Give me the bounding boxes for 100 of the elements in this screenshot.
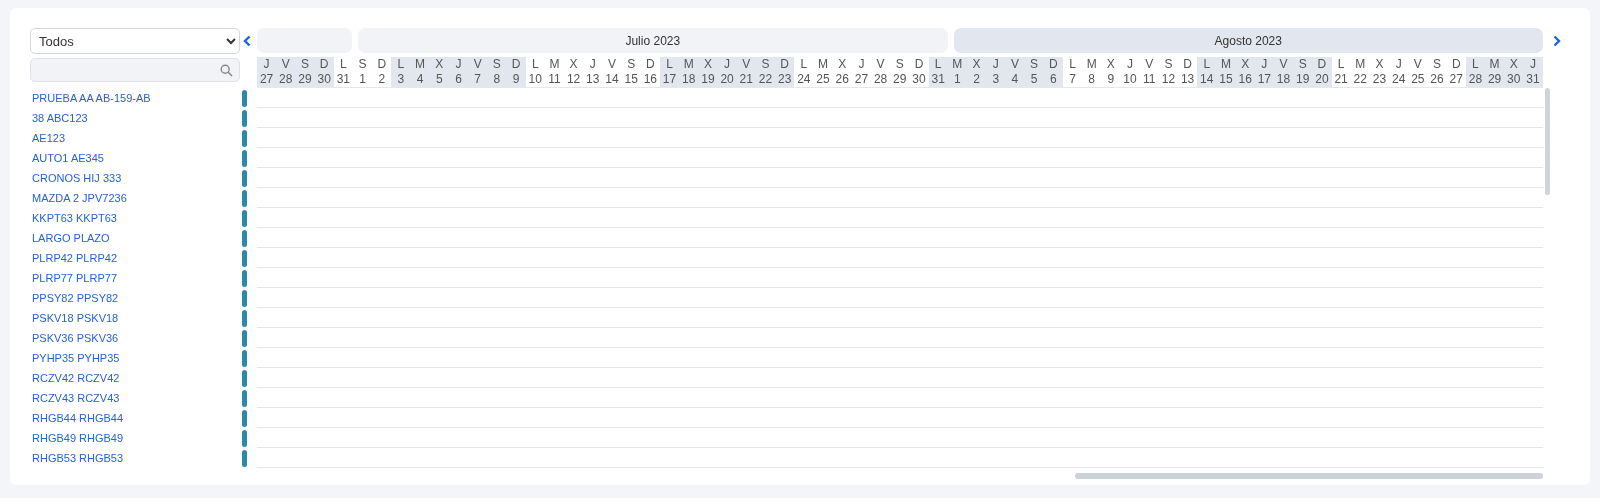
row-marker (242, 149, 247, 167)
weekday-label: D (1317, 57, 1327, 72)
weekday-label: V (1413, 57, 1422, 72)
weekday-label: D (511, 57, 521, 72)
vehicle-link[interactable]: RHGB53 RHGB53 (32, 452, 124, 464)
vehicle-link[interactable]: CRONOS HIJ 333 (32, 172, 122, 184)
row-marker (242, 129, 247, 147)
vehicle-link[interactable]: MAZDA 2 JPV7236 (32, 192, 127, 204)
weekday-label: J (1529, 57, 1536, 72)
weekday-label: L (1203, 57, 1211, 72)
day-number: 12 (1161, 72, 1176, 87)
day-number: 11 (548, 72, 561, 87)
vehicle-link[interactable]: PYHP35 PYHP35 (32, 352, 120, 364)
weekday-label: V (607, 57, 616, 72)
weekday-label: L (340, 57, 347, 72)
vehicle-link[interactable]: PLRP77 PLRP77 (32, 272, 117, 284)
weekday-label: X (838, 57, 847, 72)
day-number: 6 (455, 72, 462, 87)
vehicle-link[interactable]: LARGO PLAZO (32, 232, 110, 244)
vehicle-link[interactable]: PRUEBA AA AB-159-AB (32, 92, 151, 104)
day-number: 27 (854, 72, 869, 87)
row-marker (242, 249, 247, 267)
weekday-label: L (934, 57, 942, 72)
vehicle-link[interactable]: RHGB49 RHGB49 (32, 432, 124, 444)
row-marker (242, 389, 247, 407)
weekday-label: M (1355, 57, 1366, 72)
day-number: 13 (586, 72, 600, 87)
vehicle-link[interactable]: 38 ABC123 (32, 112, 88, 124)
day-number: 8 (1088, 72, 1095, 87)
vehicle-link[interactable]: PLRP42 PLRP42 (32, 252, 117, 264)
search-icon (220, 63, 233, 77)
weekday-label: M (952, 57, 963, 72)
weekday-label: L (1069, 57, 1076, 72)
vehicle-link[interactable]: AUTO1 AE345 (32, 152, 104, 164)
weekday-label: M (683, 57, 694, 72)
weekday-label: D (780, 57, 789, 72)
day-number: 20 (720, 72, 734, 87)
day-number: 29 (1487, 72, 1502, 87)
vertical-scrollbar[interactable] (1545, 88, 1550, 195)
day-number: 17 (1257, 72, 1271, 87)
vehicle-link[interactable]: PSKV36 PSKV36 (32, 332, 119, 344)
row-marker (242, 449, 247, 467)
row-marker (242, 269, 247, 287)
weekday-label: J (1127, 57, 1134, 72)
weekday-label: D (319, 57, 329, 72)
month-tab[interactable]: Agosto 2023 (953, 28, 1543, 53)
vehicle-link[interactable]: RCZV43 RCZV43 (32, 392, 120, 404)
weekday-label: J (858, 57, 865, 72)
weekday-label: L (666, 57, 673, 72)
day-number: 2 (973, 72, 980, 87)
day-number: 22 (1353, 72, 1367, 87)
day-number: 3 (992, 72, 1000, 87)
day-number: 23 (777, 72, 792, 87)
weekday-label: V (473, 57, 482, 72)
day-number: 10 (528, 72, 542, 87)
row-marker (242, 349, 247, 367)
weekday-label: D (1451, 57, 1461, 72)
day-number: 22 (758, 72, 773, 87)
day-number: 24 (1391, 72, 1406, 87)
weekday-label: X (569, 57, 578, 72)
row-marker (242, 189, 247, 207)
day-number: 25 (816, 72, 830, 87)
vehicle-link[interactable]: PSKV18 PSKV18 (32, 312, 119, 324)
day-number: 5 (435, 72, 443, 87)
vehicle-link[interactable]: AE123 (32, 132, 66, 144)
vehicle-link[interactable]: RCZV42 RCZV42 (32, 372, 120, 384)
day-number: 19 (1296, 72, 1310, 87)
day-number: 27 (259, 72, 274, 87)
weekday-label: S (300, 57, 309, 72)
weekday-label: D (377, 57, 387, 72)
weekday-label: S (1298, 57, 1307, 72)
filter-dropdown[interactable]: Todos (30, 28, 240, 54)
day-number: 24 (797, 72, 811, 87)
weekday-label: X (703, 57, 712, 72)
row-marker (242, 329, 247, 347)
row-marker (242, 409, 247, 427)
day-number: 21 (1334, 72, 1348, 87)
day-number: 30 (317, 72, 331, 87)
day-number: 14 (1200, 72, 1214, 87)
day-number: 28 (1468, 72, 1483, 87)
day-number: 4 (1011, 72, 1019, 87)
horizontal-scrollbar[interactable] (1075, 473, 1543, 479)
day-number: 8 (493, 72, 501, 87)
vehicle-link[interactable]: KKPT63 KKPT63 (32, 212, 117, 224)
month-tab[interactable]: Julio 2023 (358, 28, 948, 53)
day-number: 18 (682, 72, 696, 87)
row-marker (242, 89, 247, 107)
weekday-label: D (646, 57, 655, 72)
day-number: 21 (739, 72, 753, 87)
weekday-label: V (1145, 57, 1154, 72)
weekday-label: X (435, 57, 444, 72)
row-marker (242, 169, 247, 187)
day-number: 2 (378, 72, 386, 87)
day-number: 4 (416, 72, 424, 87)
row-marker (242, 109, 247, 127)
search-field[interactable] (30, 58, 240, 82)
day-number: 17 (662, 72, 677, 87)
vehicle-link[interactable]: PPSY82 PPSY82 (32, 292, 119, 304)
vehicle-link[interactable]: RHGB44 RHGB44 (32, 412, 124, 424)
weekday-label: X (1241, 57, 1250, 72)
